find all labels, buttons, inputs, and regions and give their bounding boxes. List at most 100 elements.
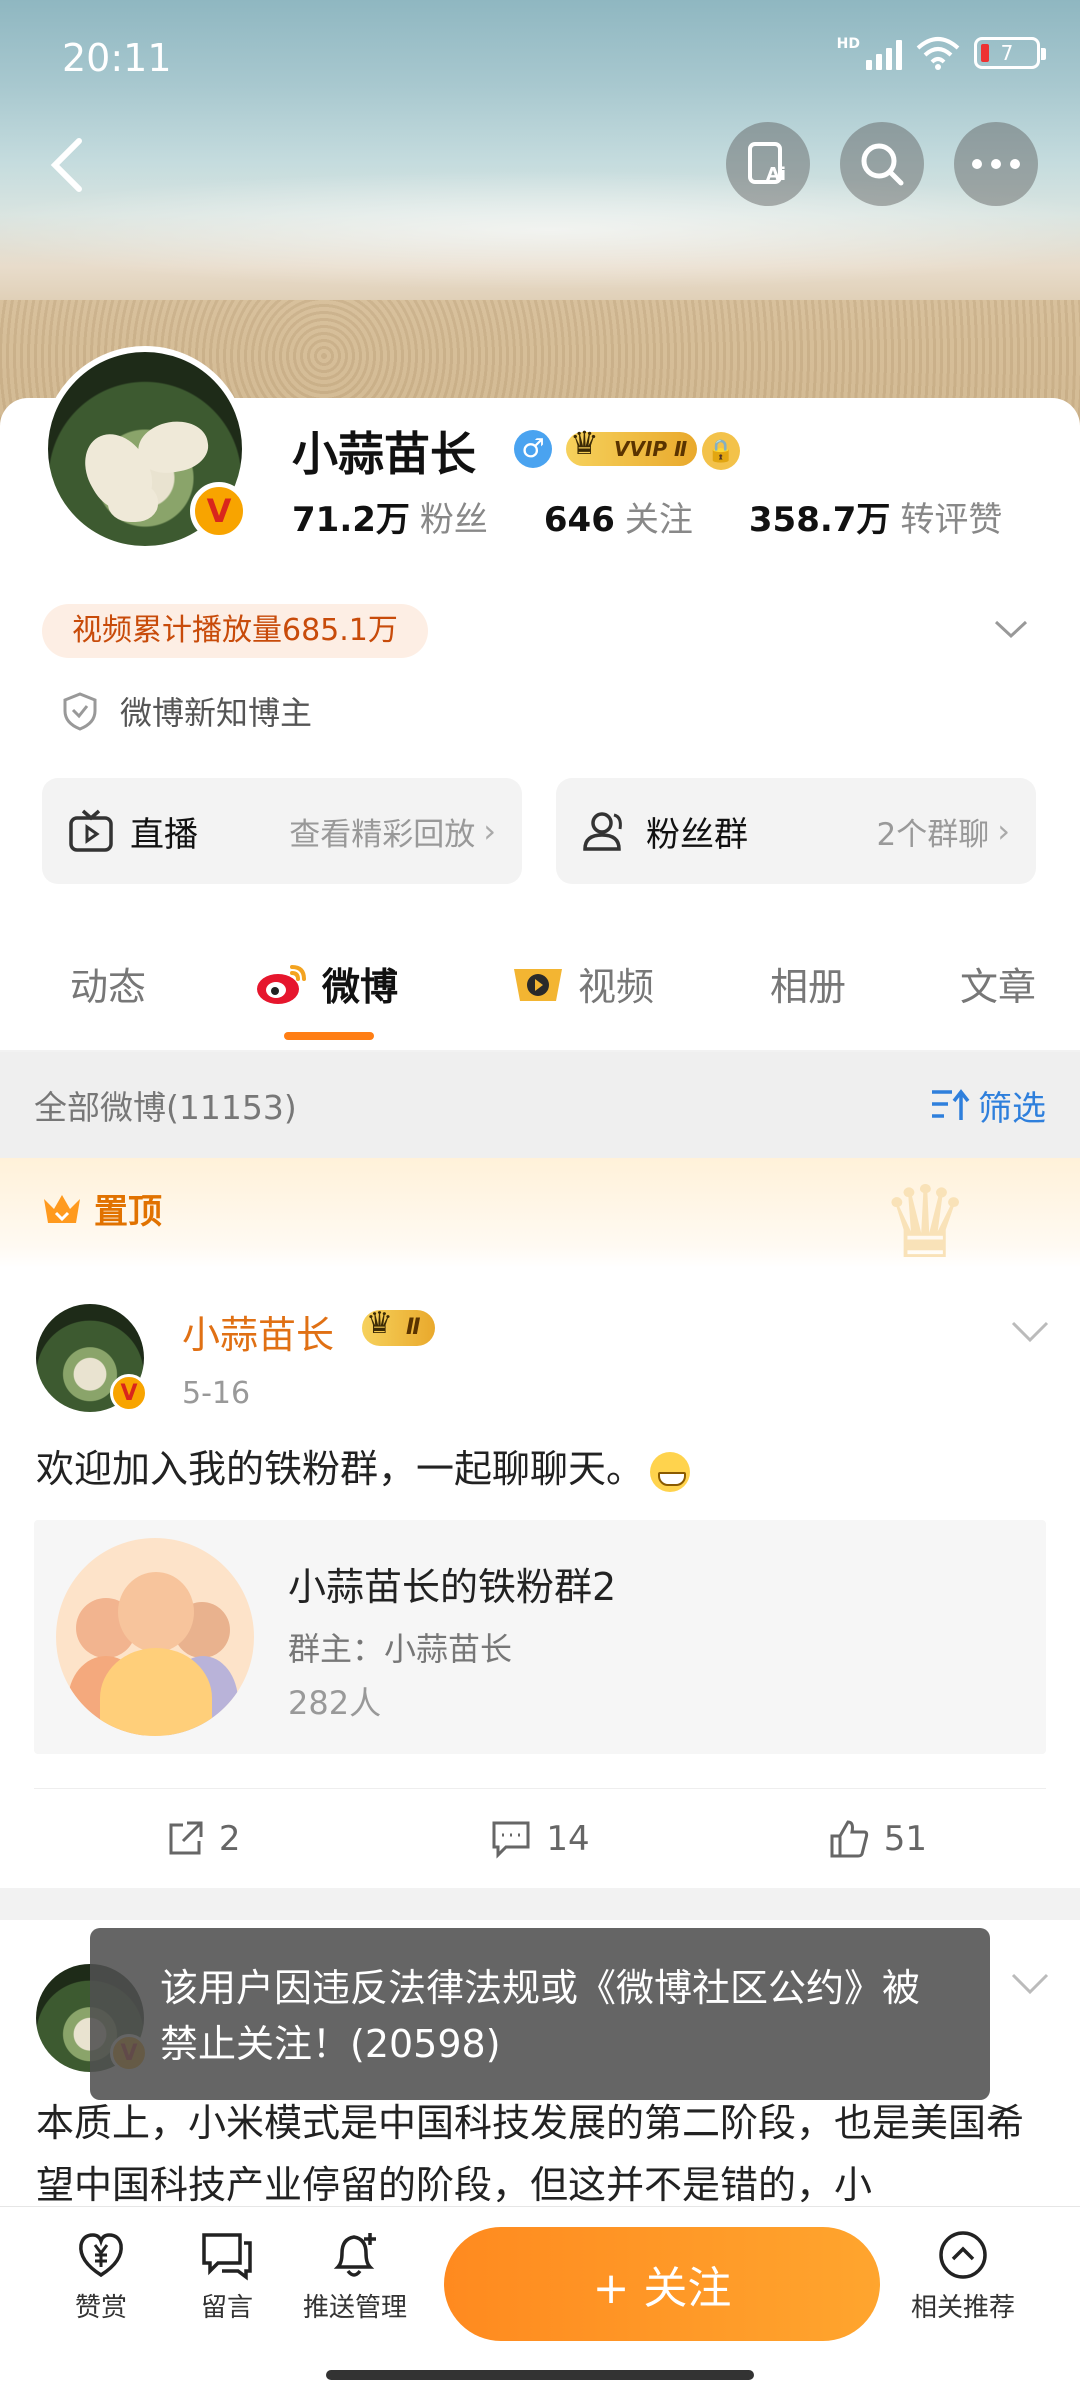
live-title: 直播: [130, 814, 198, 855]
group-name: 小蒜苗长的铁粉群2: [288, 1565, 617, 1609]
tab-weibo[interactable]: 微博: [254, 956, 398, 1011]
followers-stat[interactable]: 71.2万 粉丝: [292, 492, 488, 541]
live-subtitle: 查看精彩回放: [289, 816, 476, 853]
post-actions: 2 14 51: [34, 1788, 1046, 1888]
crown-icon: ♛: [366, 1306, 393, 1341]
like-count: 51: [883, 1818, 927, 1859]
ai-button[interactable]: Ai: [726, 122, 810, 206]
post-text: 欢迎加入我的铁粉群，一起聊聊天。: [36, 1438, 691, 1493]
filter-bar: 全部微博(11153) 筛选: [0, 1052, 1080, 1158]
pinned-header: 置顶 ♛: [0, 1158, 1080, 1281]
cover-sea: [0, 170, 1080, 290]
male-gender-icon: ♂: [514, 430, 552, 468]
follow-button[interactable]: + 关注: [444, 2227, 880, 2341]
related-recommend-button[interactable]: 相关推荐: [898, 2229, 1028, 2324]
chevron-down-icon: [1011, 1321, 1049, 1343]
filter-icon: [932, 1089, 970, 1120]
post-menu-button[interactable]: [1010, 1308, 1050, 1354]
tab-album[interactable]: 相册: [770, 956, 846, 1011]
signal-icon: HD: [837, 36, 902, 70]
network-label: HD: [836, 36, 860, 52]
battery-icon: 7: [974, 37, 1046, 69]
bell-plus-icon: [333, 2233, 376, 2277]
thumbs-up-icon: [830, 1819, 868, 1857]
back-button[interactable]: [32, 130, 102, 200]
repost-button[interactable]: 2: [34, 1789, 371, 1888]
pinned-crown-decoration-icon: ♛: [880, 1164, 970, 1281]
fan-group-title: 粉丝群: [646, 814, 748, 855]
video-badge-icon: [514, 968, 562, 1001]
home-indicator[interactable]: [326, 2370, 754, 2380]
svg-text:Ai: Ai: [766, 164, 786, 185]
tab-articles[interactable]: 文章: [960, 956, 1036, 1011]
all-posts-count: 全部微博(11153): [34, 1088, 297, 1127]
repost-count: 2: [218, 1818, 241, 1859]
group-icon: [583, 812, 622, 851]
status-time: 20:11: [62, 36, 172, 80]
crown-icon: ♛: [570, 424, 599, 462]
post-date: 5-16: [182, 1376, 251, 1411]
reward-button[interactable]: 赞赏: [36, 2229, 166, 2324]
like-button[interactable]: 51: [709, 1789, 1046, 1888]
tab-feed[interactable]: 动态: [70, 956, 146, 1011]
comment-icon: [492, 1821, 530, 1859]
chevron-left-icon: [50, 138, 82, 192]
post-text: 本质上，小米模式是中国科技发展的第二阶段，也是美国希望中国科技产业停留的阶段，但…: [36, 2101, 1025, 2207]
vvip-label: VVIP Ⅱ: [614, 437, 688, 461]
live-entry[interactable]: 直播 查看精彩回放 ›: [42, 778, 522, 884]
post-menu-button[interactable]: [1010, 1960, 1050, 2006]
fan-group-card[interactable]: 小蒜苗长的铁粉群2 群主：小蒜苗长 282人: [34, 1520, 1046, 1754]
chevron-right-icon: ›: [997, 812, 1010, 850]
error-toast: 该用户因违反法律法规或《微博社区公约》被禁止关注！(20598): [90, 1928, 990, 2100]
shield-icon: [63, 692, 97, 731]
message-icon: [202, 2233, 252, 2281]
comment-button[interactable]: 14: [371, 1789, 708, 1888]
chevron-down-icon: [994, 620, 1028, 639]
badge-lock-icon[interactable]: 🔒: [702, 432, 740, 470]
blogger-tag-label: 微博新知博主: [120, 694, 313, 732]
vip-badge[interactable]: ♛ Ⅱ: [362, 1306, 435, 1346]
pinned-label: 置顶: [40, 1184, 162, 1233]
vvip-badge[interactable]: ♛ VVIP Ⅱ: [566, 426, 698, 466]
repost-icon: [169, 1821, 203, 1854]
post-divider: [0, 1888, 1080, 1920]
more-button[interactable]: [954, 122, 1038, 206]
following-stat[interactable]: 646 关注: [544, 492, 693, 541]
engagement-stat[interactable]: 358.7万 转评赞: [749, 492, 1003, 541]
message-button[interactable]: 留言: [162, 2229, 292, 2324]
group-avatar: [56, 1538, 254, 1736]
wifi-icon: [916, 37, 960, 70]
tv-icon: [69, 809, 113, 852]
grin-emoji-icon: [650, 1451, 691, 1492]
reward-icon: [79, 2233, 123, 2278]
verified-badge-icon: V: [110, 1374, 148, 1412]
chevron-down-icon: [1011, 1973, 1049, 1995]
more-icon: [972, 159, 1020, 169]
weibo-logo-icon: [257, 964, 306, 1004]
profile-stats: 71.2万 粉丝 646 关注 358.7万 转评赞: [292, 492, 1058, 541]
push-settings-button[interactable]: 推送管理: [290, 2229, 420, 2324]
group-owner: 群主：小蒜苗长: [288, 1630, 513, 1668]
expand-profile-button[interactable]: [986, 608, 1036, 658]
chevron-right-icon: ›: [483, 812, 496, 850]
crown-icon: [44, 1194, 80, 1223]
video-plays-badge[interactable]: 视频累计播放量685.1万: [42, 604, 428, 658]
filter-label: 筛选: [978, 1088, 1046, 1129]
active-tab-indicator: [284, 1032, 374, 1040]
status-bar: 20:11 HD 7: [0, 0, 1080, 120]
profile-tabs: 动态 微博 视频 相册 文章: [0, 920, 1080, 1050]
pinned-post[interactable]: V 小蒜苗长 ♛ Ⅱ 5-16 欢迎加入我的铁粉群，一起聊聊天。 小蒜苗长的铁粉群…: [0, 1268, 1080, 1888]
verified-badge-icon: V: [190, 482, 248, 540]
search-button[interactable]: [840, 122, 924, 206]
ai-icon: Ai: [748, 142, 786, 185]
profile-name: 小蒜苗长: [292, 427, 476, 481]
fan-group-entry[interactable]: 粉丝群 2个群聊 ›: [556, 778, 1036, 884]
blogger-tag[interactable]: 微博新知博主: [60, 688, 312, 734]
chevron-up-circle-icon: [939, 2231, 987, 2279]
tab-video[interactable]: 视频: [510, 956, 654, 1011]
comment-count: 14: [546, 1818, 590, 1859]
filter-button[interactable]: 筛选: [930, 1081, 1046, 1130]
fan-group-subtitle: 2个群聊: [876, 816, 990, 853]
post-author-name[interactable]: 小蒜苗长: [182, 1304, 334, 1359]
search-icon: [861, 143, 904, 186]
